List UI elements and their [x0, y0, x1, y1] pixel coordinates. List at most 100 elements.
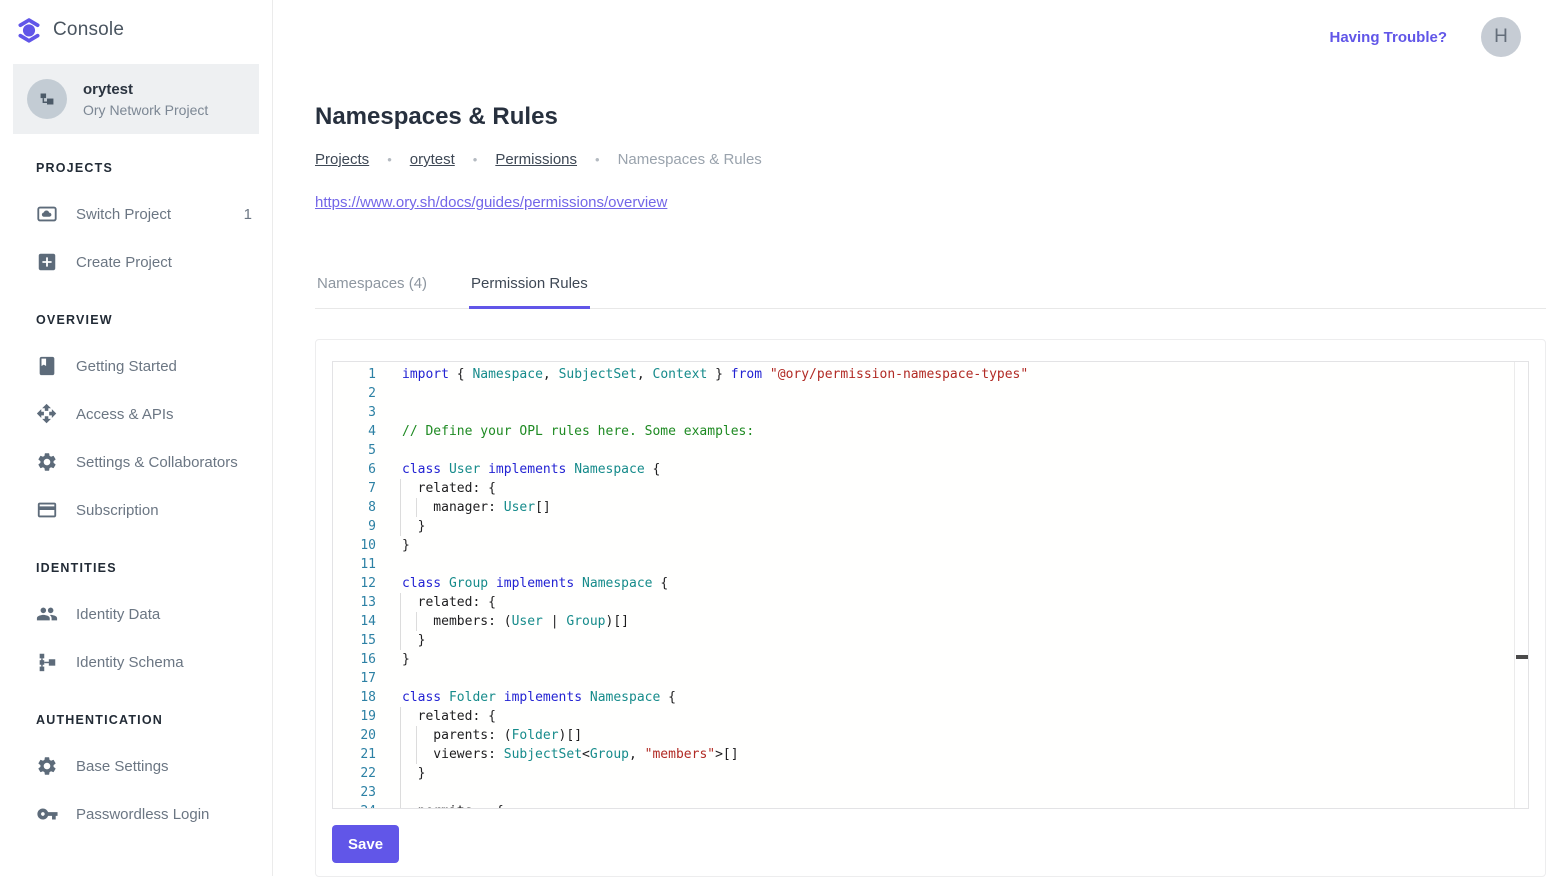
line-number: 2 — [333, 384, 381, 403]
tab-namespaces-4[interactable]: Namespaces (4) — [315, 262, 429, 308]
code-line[interactable]: class Folder implements Namespace { — [402, 688, 1528, 707]
code-line[interactable]: class User implements Namespace { — [402, 460, 1528, 479]
code-line[interactable]: } — [402, 631, 1528, 650]
sidebar-section-overview: OVERVIEW — [0, 298, 272, 342]
plus-square-icon — [36, 251, 58, 273]
line-number: 8 — [333, 498, 381, 517]
code-line[interactable]: // Define your OPL rules here. Some exam… — [402, 422, 1528, 441]
indent-guide — [400, 783, 401, 802]
code-line[interactable]: } — [402, 517, 1528, 536]
line-number: 20 — [333, 726, 381, 745]
gear-icon — [36, 451, 58, 473]
sidebar-item-getting-started[interactable]: Getting Started — [0, 342, 272, 390]
line-number: 18 — [333, 688, 381, 707]
sidebar-item-access-apis[interactable]: Access & APIs — [0, 390, 272, 438]
indent-guide — [400, 764, 401, 783]
sidebar-item-passwordless-login[interactable]: Passwordless Login — [0, 790, 272, 838]
code-line[interactable]: } — [402, 536, 1528, 555]
cloud-project-icon — [36, 203, 58, 225]
sidebar-item-settings-collaborators[interactable]: Settings & Collaborators — [0, 438, 272, 486]
line-number: 1 — [333, 365, 381, 384]
save-button[interactable]: Save — [332, 825, 399, 863]
app-root: Console orytest Ory Network Project PROJ… — [0, 0, 1556, 876]
code-line[interactable] — [402, 384, 1528, 403]
tab-bar: Namespaces (4) Permission Rules — [315, 262, 1546, 309]
sidebar-item-create-project[interactable]: Create Project — [0, 238, 272, 286]
sitemap-icon — [27, 79, 67, 119]
line-number: 23 — [333, 783, 381, 802]
sidebar-item-identity-data[interactable]: Identity Data — [0, 590, 272, 638]
sidebar-item-base-settings[interactable]: Base Settings — [0, 742, 272, 790]
line-number: 7 — [333, 479, 381, 498]
sidebar-item-label: Getting Started — [76, 358, 177, 375]
gear-icon — [36, 755, 58, 777]
code-line[interactable]: related: { — [402, 707, 1528, 726]
code-line[interactable]: manager: User[] — [402, 498, 1528, 517]
code-line[interactable] — [402, 783, 1528, 802]
sidebar-item-label: Switch Project — [76, 206, 171, 223]
indent-guide — [400, 612, 401, 631]
code-line[interactable]: viewers: SubjectSet<Group, "members">[] — [402, 745, 1528, 764]
sidebar-item-subscription[interactable]: Subscription — [0, 486, 272, 534]
code-line[interactable]: permits = { — [402, 802, 1528, 809]
indent-guide — [400, 802, 401, 809]
editor-code[interactable]: import { Namespace, SubjectSet, Context … — [381, 362, 1528, 808]
sidebar-item-label: Base Settings — [76, 758, 169, 775]
page-title: Namespaces & Rules — [315, 103, 1546, 131]
indent-guide — [416, 612, 417, 631]
project-name: orytest — [83, 81, 208, 98]
code-line[interactable] — [402, 669, 1528, 688]
indent-guide — [400, 726, 401, 745]
indent-guide — [416, 745, 417, 764]
line-number: 14 — [333, 612, 381, 631]
directions-icon — [36, 403, 58, 425]
sidebar-item-switch-project[interactable]: Switch Project 1 — [0, 190, 272, 238]
line-number: 21 — [333, 745, 381, 764]
indent-guide — [400, 707, 401, 726]
line-number: 4 — [333, 422, 381, 441]
indent-guide — [416, 726, 417, 745]
code-line[interactable]: members: (User | Group)[] — [402, 612, 1528, 631]
project-selector[interactable]: orytest Ory Network Project — [13, 64, 259, 134]
code-line[interactable]: } — [402, 650, 1528, 669]
people-icon — [36, 603, 58, 625]
brand-logo-row[interactable]: Console — [0, 0, 272, 55]
line-number: 5 — [333, 441, 381, 460]
code-line[interactable] — [402, 403, 1528, 422]
code-line[interactable]: related: { — [402, 479, 1528, 498]
breadcrumb-orytest[interactable]: orytest — [410, 151, 455, 168]
having-trouble-link[interactable]: Having Trouble? — [1329, 29, 1447, 46]
sidebar-section-identities: IDENTITIES — [0, 546, 272, 590]
indent-guide — [416, 498, 417, 517]
code-line[interactable]: } — [402, 764, 1528, 783]
line-number: 10 — [333, 536, 381, 555]
card-icon — [36, 499, 58, 521]
sidebar-item-label: Create Project — [76, 254, 172, 271]
breadcrumb-separator: • — [595, 152, 600, 167]
project-info: orytest Ory Network Project — [83, 81, 208, 118]
code-line[interactable]: class Group implements Namespace { — [402, 574, 1528, 593]
line-number: 6 — [333, 460, 381, 479]
sidebar-item-badge: 1 — [244, 206, 252, 223]
brand-name: Console — [53, 19, 124, 41]
user-avatar[interactable]: H — [1481, 17, 1521, 57]
code-line[interactable]: parents: (Folder)[] — [402, 726, 1528, 745]
code-line[interactable]: import { Namespace, SubjectSet, Context … — [402, 365, 1528, 384]
editor-scrollbar[interactable] — [1514, 362, 1528, 808]
code-line[interactable]: related: { — [402, 593, 1528, 612]
code-line[interactable] — [402, 555, 1528, 574]
code-editor[interactable]: 123456789101112131415161718192021222324 … — [332, 361, 1529, 809]
code-line[interactable] — [402, 441, 1528, 460]
line-number: 15 — [333, 631, 381, 650]
line-number: 12 — [333, 574, 381, 593]
tab-permission-rules[interactable]: Permission Rules — [469, 262, 590, 308]
main-area: Having Trouble? H Namespaces & Rules Pro… — [273, 0, 1556, 876]
indent-guide — [400, 593, 401, 612]
ory-logo-icon — [16, 17, 42, 43]
sidebar-item-identity-schema[interactable]: Identity Schema — [0, 638, 272, 686]
breadcrumb-projects[interactable]: Projects — [315, 151, 369, 168]
sidebar-item-label: Subscription — [76, 502, 159, 519]
docs-link[interactable]: https://www.ory.sh/docs/guides/permissio… — [315, 194, 667, 211]
breadcrumb-permissions[interactable]: Permissions — [495, 151, 577, 168]
indent-guide — [400, 745, 401, 764]
